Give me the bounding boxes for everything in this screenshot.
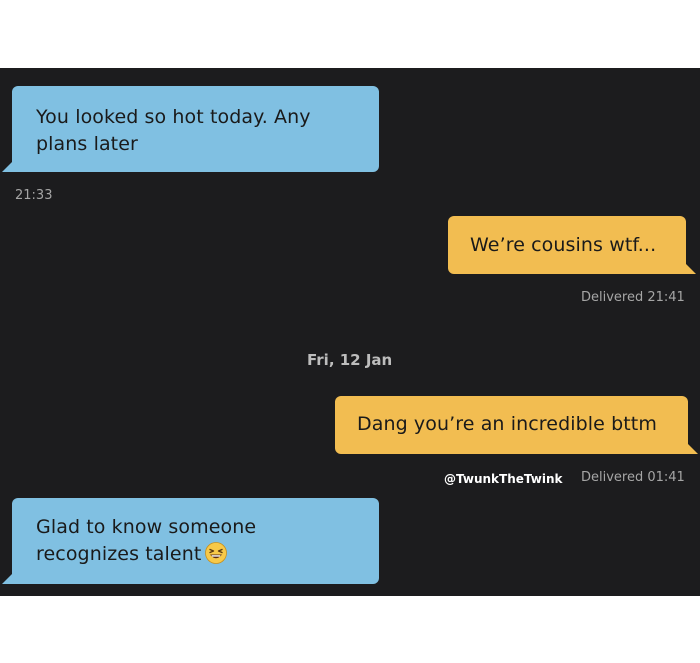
- message-text: Dang you’re an incredible bttm: [357, 413, 657, 435]
- delivered-status: Delivered 21:41: [581, 290, 685, 305]
- message-text: We’re cousins wtf...: [470, 234, 657, 256]
- screenshot-frame: You looked so hot today. Any plans later…: [0, 0, 700, 663]
- date-separator: Fri, 12 Jan: [307, 351, 393, 369]
- bubble-tail: [686, 264, 696, 274]
- watermark-handle: @TwunkTheTwink: [444, 472, 563, 486]
- message-text: You looked so hot today. Any plans later: [36, 106, 311, 155]
- bubble-tail: [688, 444, 698, 454]
- message-bubble-outgoing[interactable]: We’re cousins wtf...: [448, 216, 696, 274]
- message-bubble-outgoing[interactable]: Dang you’re an incredible bttm: [335, 396, 698, 454]
- grinning-squinting-face-icon: [205, 542, 228, 564]
- message-bubble-incoming[interactable]: Glad to know someone recognizes talent: [2, 498, 379, 584]
- bubble-tail: [2, 574, 12, 584]
- delivered-status: Delivered 01:41: [581, 470, 685, 485]
- message-bubble-incoming[interactable]: You looked so hot today. Any plans later: [2, 86, 379, 172]
- chat-thread[interactable]: You looked so hot today. Any plans later…: [0, 68, 700, 596]
- message-timestamp: 21:33: [15, 188, 53, 203]
- bubble-tail: [2, 162, 12, 172]
